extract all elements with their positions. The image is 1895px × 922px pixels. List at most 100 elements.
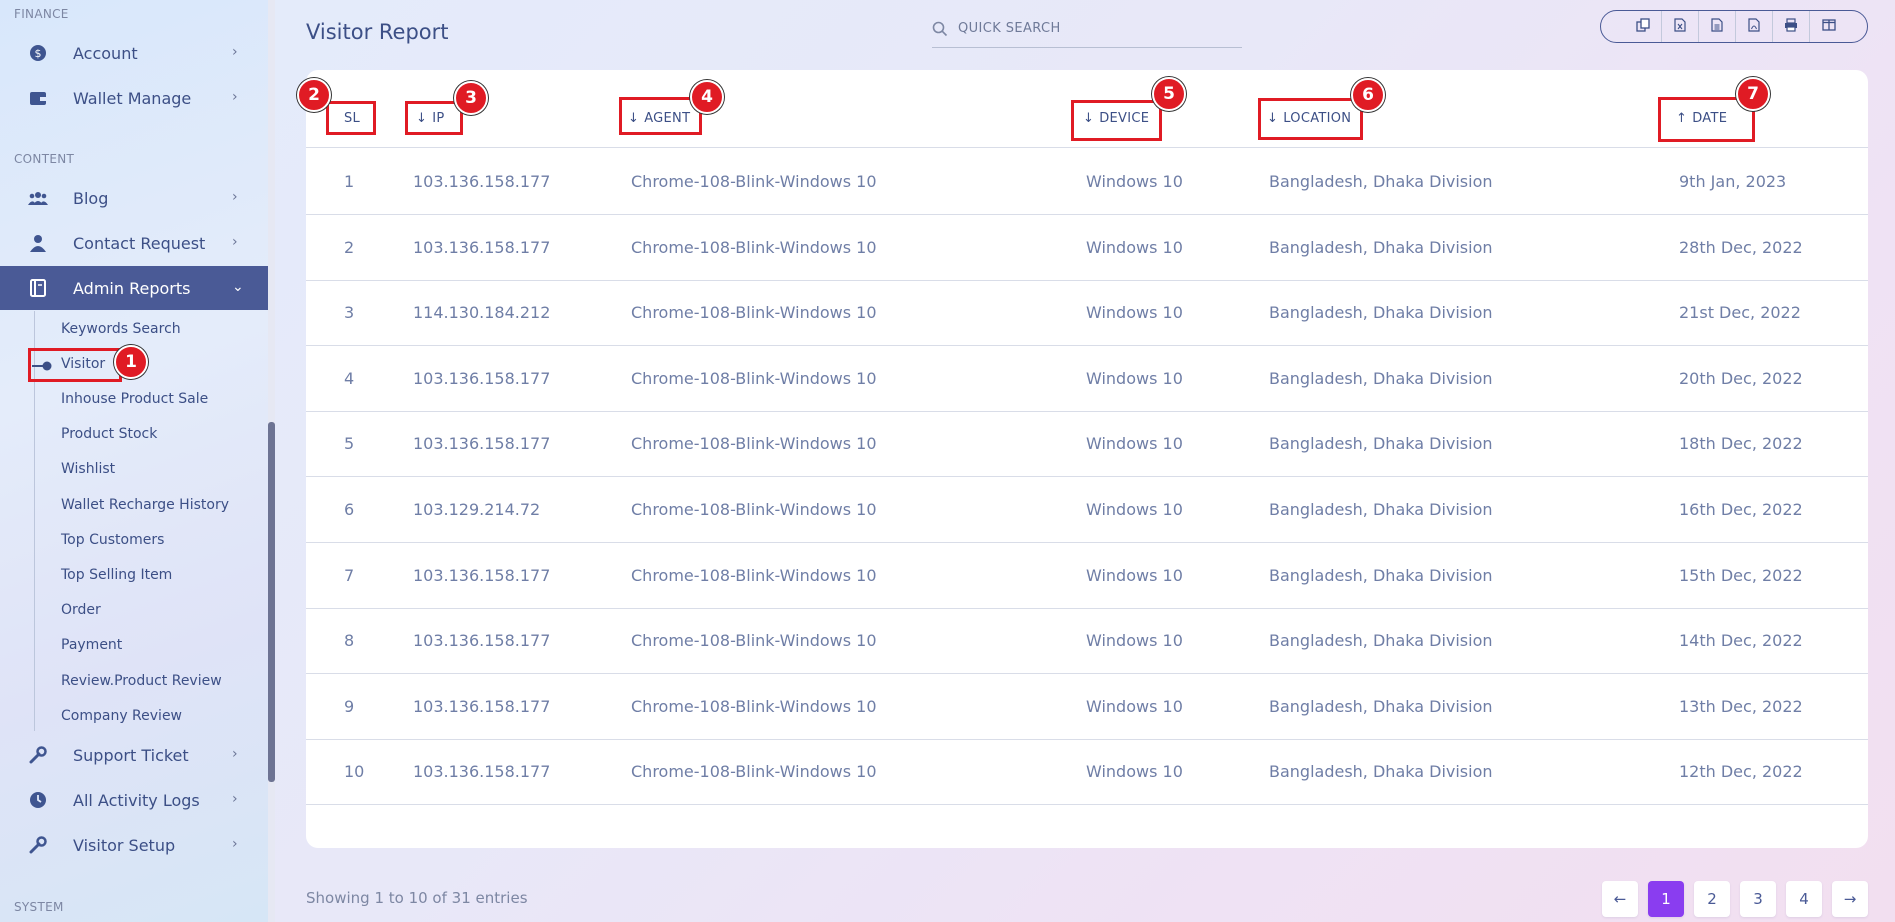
submenu-item-order[interactable]: Order [61, 599, 101, 621]
column-header-label: LOCATION [1283, 111, 1352, 126]
cell-date: 21st Dec, 2022 [1679, 303, 1801, 323]
cell-sl: 4 [344, 368, 355, 388]
submenu-item-wishlist[interactable]: Wishlist [61, 458, 115, 480]
page-button-1[interactable]: 1 [1648, 881, 1684, 917]
annotation-marker: 3 [454, 81, 488, 115]
submenu-item-payment[interactable]: Payment [61, 634, 122, 656]
sidebar-item-contact-request[interactable]: Contact Request › [0, 221, 268, 265]
page-button-3[interactable]: 3 [1740, 881, 1776, 917]
page-title: Visitor Report [306, 20, 449, 44]
cell-date: 15th Dec, 2022 [1679, 565, 1803, 585]
submenu-line [34, 311, 35, 731]
cell-sl: 1 [344, 172, 355, 191]
sidebar-item-label: Visitor Setup [73, 835, 176, 855]
cell-location: Bangladesh, Dhaka Division [1269, 237, 1493, 257]
columns-button[interactable] [1810, 11, 1847, 42]
annotation-marker: 6 [1351, 78, 1385, 112]
sidebar-item-support-ticket[interactable]: Support Ticket › [0, 733, 268, 777]
column-header-label: IP [432, 111, 445, 126]
sidebar-item-admin-reports[interactable]: Admin Reports ⌄ [0, 266, 268, 310]
cell-sl: 3 [344, 303, 355, 323]
sidebar-item-label: Wallet Manage [73, 88, 192, 108]
csv-button[interactable] [1699, 11, 1736, 42]
submenu-item-top-selling-item[interactable]: Top Selling Item [61, 564, 172, 586]
arrow-down-icon: ↓ [1267, 111, 1279, 126]
cell-device: Windows 10 [1086, 434, 1183, 454]
chevron-right-icon: › [232, 44, 238, 60]
column-header-sl[interactable]: SL [344, 111, 360, 126]
wrench-icon [28, 745, 48, 765]
table-row: 5 103.136.158.177 Chrome-108-Blink-Windows… [306, 411, 1868, 478]
columns-icon [1821, 17, 1836, 36]
column-header-location[interactable]: ↓ LOCATION [1267, 111, 1351, 126]
cell-device: Windows 10 [1086, 631, 1183, 651]
sidebar-item-blog[interactable]: Blog › [0, 176, 268, 220]
chevron-right-icon: › [232, 189, 238, 205]
next-page-button[interactable]: → [1832, 881, 1868, 917]
sidebar-item-label: Account [73, 43, 138, 63]
pdf-button[interactable] [1736, 11, 1773, 42]
cell-sl: 6 [344, 500, 355, 519]
cell-device: Windows 10 [1086, 172, 1183, 191]
sidebar: FINANCE $ Account › Wallet Manage › CONT… [0, 0, 268, 922]
sidebar-item-wallet-manage[interactable]: Wallet Manage › [0, 76, 268, 120]
submenu-item-keywords-search[interactable]: Keywords Search [61, 318, 181, 340]
column-header-device[interactable]: ↓ DEVICE [1083, 111, 1149, 126]
sidebar-item-account[interactable]: $ Account › [0, 31, 268, 75]
submenu-item-product-stock[interactable]: Product Stock [61, 423, 157, 445]
quick-search[interactable] [932, 10, 1242, 48]
cell-date: 16th Dec, 2022 [1679, 500, 1803, 519]
cell-ip: 103.136.158.177 [413, 368, 551, 388]
sidebar-item-all-activity-logs[interactable]: All Activity Logs › [0, 778, 268, 822]
cell-location: Bangladesh, Dhaka Division [1269, 500, 1493, 519]
section-label-content: CONTENT [14, 152, 75, 166]
cell-agent: Chrome-108-Blink-Windows 10 [631, 303, 877, 323]
sidebar-scrollbar[interactable] [268, 0, 275, 922]
column-header-label: DEVICE [1099, 111, 1150, 126]
page-button-2[interactable]: 2 [1694, 881, 1730, 917]
cell-agent: Chrome-108-Blink-Windows 10 [631, 696, 877, 716]
column-header-ip[interactable]: ↓ IP [416, 111, 444, 126]
submenu-item-top-customers[interactable]: Top Customers [61, 529, 164, 551]
cell-location: Bangladesh, Dhaka Division [1269, 631, 1493, 651]
scrollbar-thumb[interactable] [268, 422, 275, 782]
excel-button[interactable] [1662, 11, 1699, 42]
visitor-table-card: SL ↓ IP ↓ AGENT ↓ DEVICE ↓ LOCATION ↑ DA… [306, 70, 1868, 848]
print-icon [1784, 17, 1798, 36]
export-button-group [1600, 10, 1868, 43]
column-header-date[interactable]: ↑ DATE [1676, 111, 1727, 126]
user-icon [28, 233, 48, 253]
cell-agent: Chrome-108-Blink-Windows 10 [631, 172, 877, 191]
prev-page-button[interactable]: ← [1602, 881, 1638, 917]
search-input[interactable] [958, 21, 1228, 36]
sidebar-item-label: Admin Reports [73, 278, 191, 298]
cell-location: Bangladesh, Dhaka Division [1269, 303, 1493, 323]
arrow-down-icon: ↓ [416, 111, 428, 126]
print-button[interactable] [1773, 11, 1810, 42]
cell-agent: Chrome-108-Blink-Windows 10 [631, 434, 877, 454]
cell-device: Windows 10 [1086, 237, 1183, 257]
section-label-system: SYSTEM [14, 900, 64, 914]
sidebar-item-visitor-setup[interactable]: Visitor Setup › [0, 823, 268, 867]
cell-date: 18th Dec, 2022 [1679, 434, 1803, 454]
cell-ip: 103.136.158.177 [413, 237, 551, 257]
cell-agent: Chrome-108-Blink-Windows 10 [631, 500, 877, 519]
cell-ip: 103.136.158.177 [413, 172, 551, 191]
table-header: SL ↓ IP ↓ AGENT ↓ DEVICE ↓ LOCATION ↑ DA… [306, 70, 1868, 148]
active-indicator-icon [32, 358, 54, 372]
submenu-item-inhouse-product-sale[interactable]: Inhouse Product Sale [61, 388, 208, 410]
page-button-4[interactable]: 4 [1786, 881, 1822, 917]
file-excel-icon [1674, 17, 1686, 36]
cell-sl: 8 [344, 631, 355, 651]
copy-button[interactable] [1625, 11, 1662, 42]
dollar-coin-icon: $ [28, 43, 48, 63]
column-header-agent[interactable]: ↓ AGENT [628, 111, 690, 126]
submenu-item-visitor[interactable]: Visitor [61, 353, 105, 375]
svg-text:$: $ [35, 47, 42, 60]
submenu-item-review-product-review[interactable]: Review.Product Review [61, 670, 222, 692]
file-pdf-icon [1748, 17, 1760, 36]
cell-device: Windows 10 [1086, 303, 1183, 323]
submenu-item-company-review[interactable]: Company Review [61, 705, 182, 727]
table-row: 6 103.129.214.72 Chrome-108-Blink-Windows … [306, 477, 1868, 543]
submenu-item-wallet-recharge-history[interactable]: Wallet Recharge History [61, 494, 229, 516]
